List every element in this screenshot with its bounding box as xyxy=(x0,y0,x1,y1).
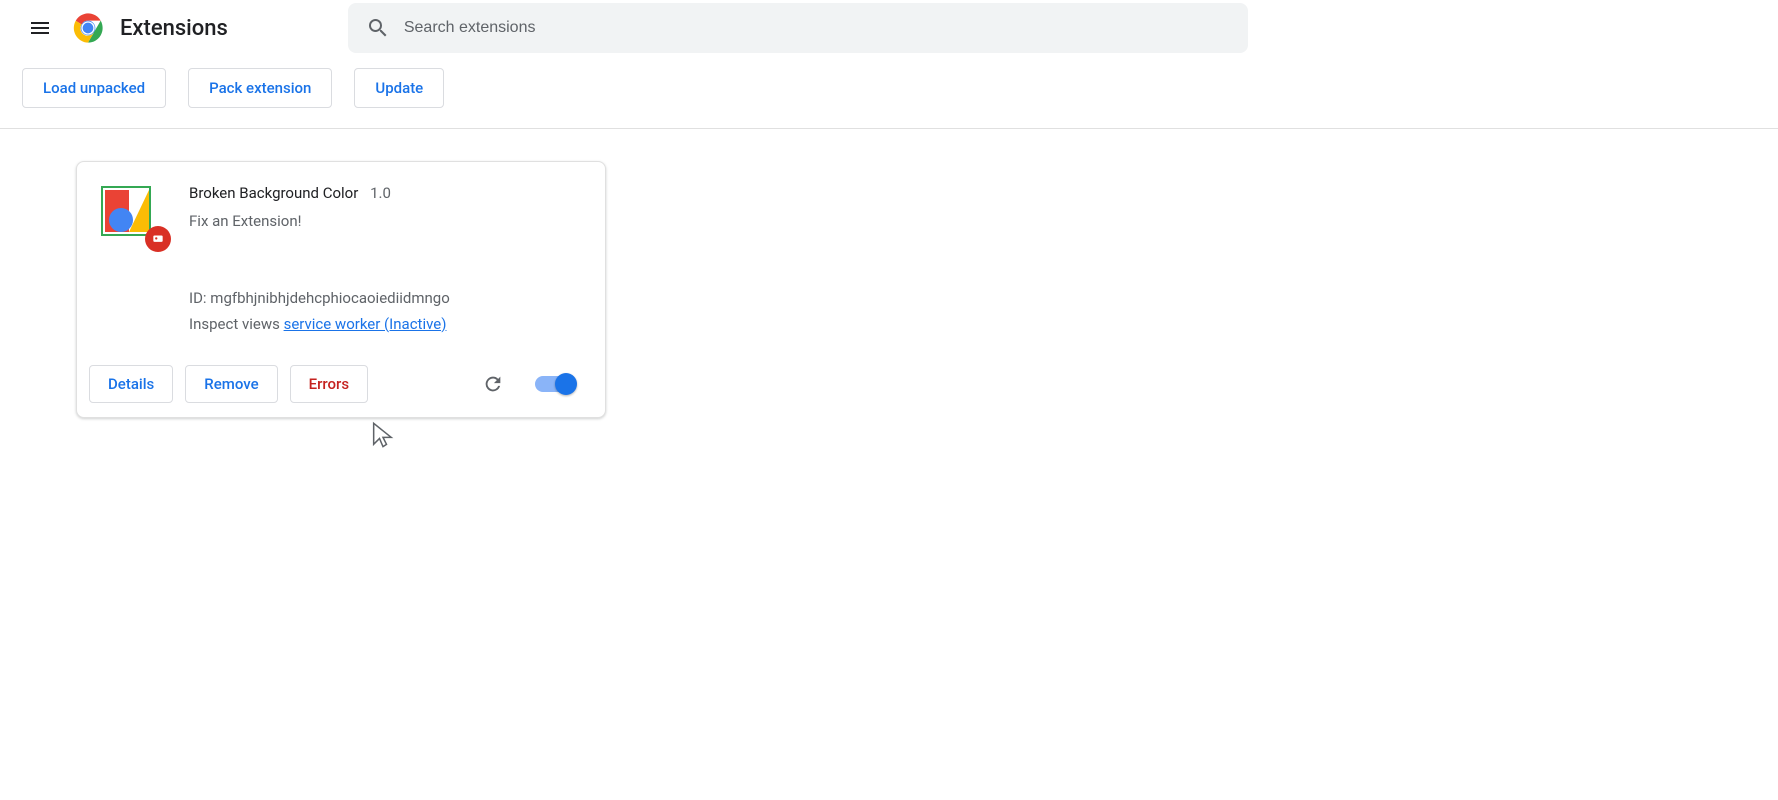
inspect-views-line: Inspect views service worker (Inactive) xyxy=(189,312,581,338)
page-title: Extensions xyxy=(120,16,228,41)
menu-button[interactable] xyxy=(16,4,64,52)
chrome-logo-icon xyxy=(72,12,104,44)
search-box[interactable] xyxy=(348,3,1248,53)
extension-name: Broken Background Color xyxy=(189,184,358,202)
search-icon xyxy=(366,16,390,40)
errors-button[interactable]: Errors xyxy=(290,365,368,403)
enable-toggle[interactable] xyxy=(535,376,575,392)
extension-icon xyxy=(101,186,151,236)
extension-id-line: ID: mgfbhjnibhjdehcphiocaoiediidmngo xyxy=(189,286,581,312)
extension-description: Fix an Extension! xyxy=(189,212,581,230)
inspect-views-label: Inspect views xyxy=(189,315,280,333)
remove-button[interactable]: Remove xyxy=(185,365,277,403)
search-input[interactable] xyxy=(404,19,1240,37)
extension-id-label: ID: xyxy=(189,289,207,307)
dev-actions-row: Load unpacked Pack extension Update xyxy=(0,56,1778,129)
update-button[interactable]: Update xyxy=(354,68,444,108)
extension-card: Broken Background Color 1.0 Fix an Exten… xyxy=(76,161,606,418)
details-button[interactable]: Details xyxy=(89,365,173,403)
app-bar: Extensions xyxy=(0,0,1778,56)
extension-version: 1.0 xyxy=(370,184,391,202)
pack-extension-button[interactable]: Pack extension xyxy=(188,68,332,108)
error-badge-icon xyxy=(145,226,171,252)
reload-button[interactable] xyxy=(475,366,511,402)
load-unpacked-button[interactable]: Load unpacked xyxy=(22,68,166,108)
reload-icon xyxy=(482,373,504,395)
service-worker-link[interactable]: service worker (Inactive) xyxy=(284,315,447,333)
hamburger-icon xyxy=(28,16,52,40)
toggle-knob xyxy=(555,373,577,395)
extension-id: mgfbhjnibhjdehcphiocaoiediidmngo xyxy=(210,289,449,307)
extension-icon-wrap xyxy=(101,184,165,248)
extensions-grid: Broken Background Color 1.0 Fix an Exten… xyxy=(0,129,1778,418)
mouse-cursor-icon xyxy=(369,421,397,449)
